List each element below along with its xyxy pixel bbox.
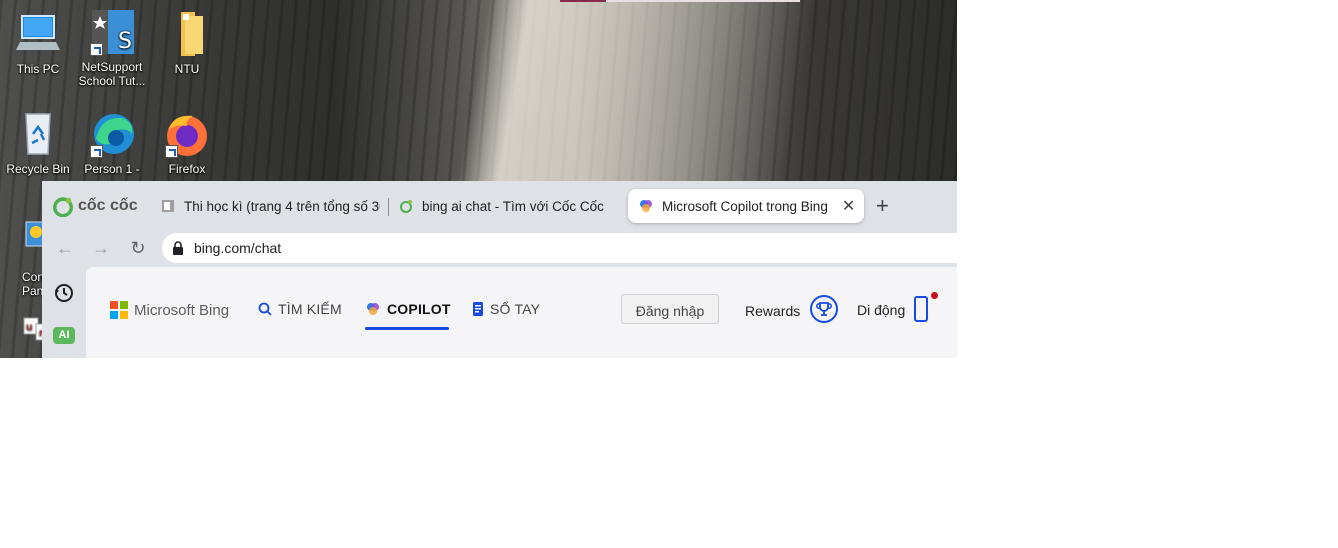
notification-dot	[931, 292, 938, 299]
desktop-icon-netsupport[interactable]: S NetSupport School Tut...	[78, 8, 146, 88]
rewards-label[interactable]: Rewards	[745, 303, 800, 319]
desktop-icon-recycle-bin[interactable]: Recycle Bin	[4, 110, 72, 176]
tab-thi-hoc-ki[interactable]: Thi học kì (trang 4 trên tổng số 30	[160, 189, 380, 223]
browser-window: cốc cốc Thi học kì (trang 4 trên tổng số…	[42, 181, 957, 358]
svg-text:u: u	[26, 322, 32, 333]
address-bar[interactable]: bing.com/chat	[162, 233, 957, 263]
copilot-icon	[640, 200, 652, 212]
tab-microsoft-copilot[interactable]: Microsoft Copilot trong Bing ✕	[628, 189, 864, 223]
trophy-icon[interactable]	[810, 295, 838, 323]
tab-title: bing ai chat - Tìm với Cốc Cốc	[422, 198, 604, 214]
tab-title: Thi học kì (trang 4 trên tổng số 30	[184, 198, 380, 214]
login-button[interactable]: Đăng nhập	[621, 294, 719, 324]
forward-arrow-icon[interactable]: →	[90, 237, 112, 259]
notebook-icon	[473, 302, 483, 316]
bing-logo-text: Microsoft Bing	[134, 301, 230, 319]
tab-title: Microsoft Copilot trong Bing	[662, 198, 828, 214]
search-icon	[258, 302, 272, 316]
nav-notebook[interactable]: SỔ TAY	[472, 301, 540, 317]
firefox-icon	[163, 110, 211, 158]
shortcut-arrow-icon	[90, 43, 103, 56]
tab-separator	[388, 198, 389, 216]
desktop-icon-label: Recycle Bin	[6, 162, 70, 176]
desktop-icon-label: Firefox	[168, 162, 206, 176]
desktop-icon-label: NetSupport School Tut...	[78, 60, 146, 88]
tab-strip: cốc cốc Thi học kì (trang 4 trên tổng số…	[42, 181, 957, 231]
url-text: bing.com/chat	[194, 240, 282, 256]
wallpaper-highlight-dark	[560, 0, 606, 2]
desktop-icon-label: Person 1 -	[84, 162, 140, 176]
netsupport-icon: S	[88, 8, 136, 56]
tab-bing-ai-chat[interactable]: bing ai chat - Tìm với Cốc Cốc	[398, 189, 604, 223]
nav-search[interactable]: TÌM KIẾM	[258, 301, 342, 317]
active-nav-indicator	[365, 327, 449, 330]
browser-sidebar: AI	[42, 265, 86, 358]
recycle-bin-icon	[14, 110, 62, 158]
nav-copilot[interactable]: COPILOT	[365, 301, 451, 317]
nav-notebook-label: SỔ TAY	[490, 301, 541, 317]
history-icon[interactable]	[53, 282, 75, 304]
shortcut-arrow-icon	[165, 145, 178, 158]
desktop-icon-firefox[interactable]: Firefox	[153, 110, 221, 176]
copilot-icon	[367, 303, 379, 315]
computer-icon	[14, 10, 62, 58]
desktop-icon-ntu[interactable]: NTU	[153, 10, 221, 76]
back-arrow-icon[interactable]: ←	[54, 237, 76, 259]
lock-icon	[173, 241, 183, 255]
desktop-icon-this-pc[interactable]: This PC	[4, 10, 72, 76]
reload-icon[interactable]: ↻	[127, 237, 149, 259]
folder-icon	[163, 10, 211, 58]
svg-text:S: S	[118, 29, 132, 54]
bing-logo[interactable]: Microsoft Bing	[110, 301, 229, 319]
desktop-icon-edge-person[interactable]: Person 1 -	[78, 110, 146, 176]
edge-icon	[88, 110, 136, 158]
browser-brand[interactable]: cốc cốc	[52, 189, 138, 223]
mobile-label[interactable]: Di động	[857, 302, 905, 318]
page-icon	[162, 200, 174, 212]
browser-toolbar: ← → ↻ bing.com/chat	[42, 231, 957, 265]
nav-search-label: TÌM KIẾM	[278, 301, 342, 317]
close-icon[interactable]: ✕	[842, 196, 855, 216]
ai-assistant-badge[interactable]: AI	[53, 327, 75, 344]
coccoc-logo-icon	[53, 197, 73, 217]
browser-brand-label: cốc cốc	[78, 197, 138, 214]
bing-page: Microsoft Bing TÌM KIẾM COPILOT SỔ TAY Đ…	[86, 267, 957, 358]
phone-icon[interactable]	[914, 296, 928, 322]
nav-copilot-label: COPILOT	[387, 301, 451, 317]
desktop-icon-label: NTU	[174, 62, 200, 76]
coccoc-search-icon	[400, 200, 412, 213]
desktop-icon-label: This PC	[16, 62, 60, 76]
microsoft-logo-icon	[110, 301, 128, 319]
new-tab-button[interactable]: +	[876, 195, 889, 217]
shortcut-arrow-icon	[90, 145, 103, 158]
